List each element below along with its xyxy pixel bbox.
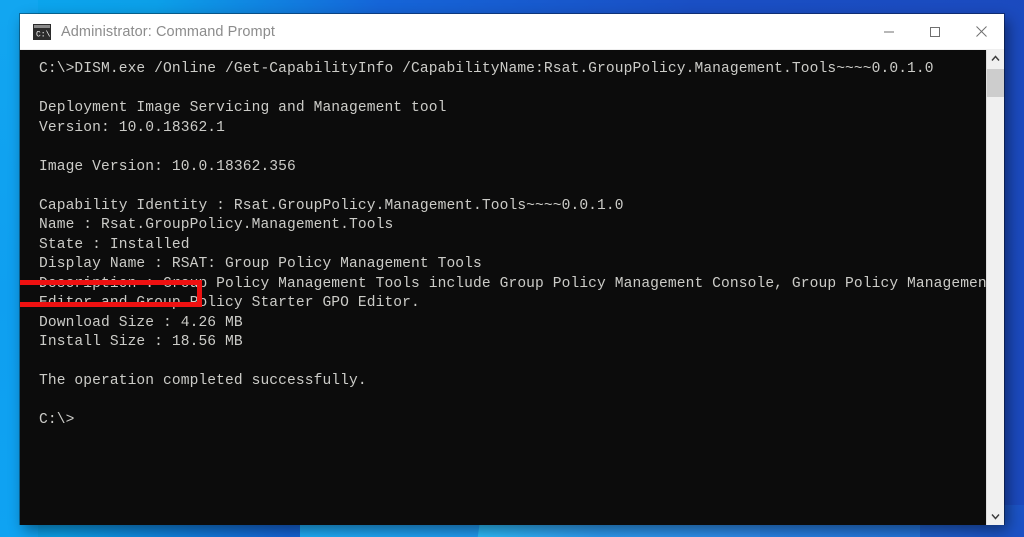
scrollbar-track[interactable] [987,67,1004,508]
window-titlebar[interactable]: C:\ Administrator: Command Prompt [20,14,1004,50]
minimize-icon [883,26,895,38]
console-output-surface[interactable]: C:\>DISM.exe /Online /Get-CapabilityInfo… [20,50,986,525]
maximize-icon [929,26,941,38]
terminal-area: C:\>DISM.exe /Online /Get-CapabilityInfo… [20,50,1004,525]
command-prompt-icon: C:\ [33,24,51,40]
chevron-up-icon [991,55,1000,62]
minimize-button[interactable] [866,14,912,49]
window-title: Administrator: Command Prompt [61,24,275,40]
close-button[interactable] [958,14,1004,49]
command-prompt-window: C:\ Administrator: Command Prompt [20,14,1004,524]
svg-text:C:\: C:\ [36,30,51,39]
console-scrollbar[interactable] [986,50,1004,525]
maximize-button[interactable] [912,14,958,49]
scrollbar-thumb[interactable] [987,69,1004,97]
console-output-text: C:\>DISM.exe /Online /Get-CapabilityInfo… [39,60,986,431]
desktop: C:\ Administrator: Command Prompt [0,0,1024,537]
chevron-down-icon [991,513,1000,520]
scroll-up-button[interactable] [987,50,1004,67]
scroll-down-button[interactable] [987,508,1004,525]
close-icon [975,25,988,38]
window-controls [866,14,1004,49]
